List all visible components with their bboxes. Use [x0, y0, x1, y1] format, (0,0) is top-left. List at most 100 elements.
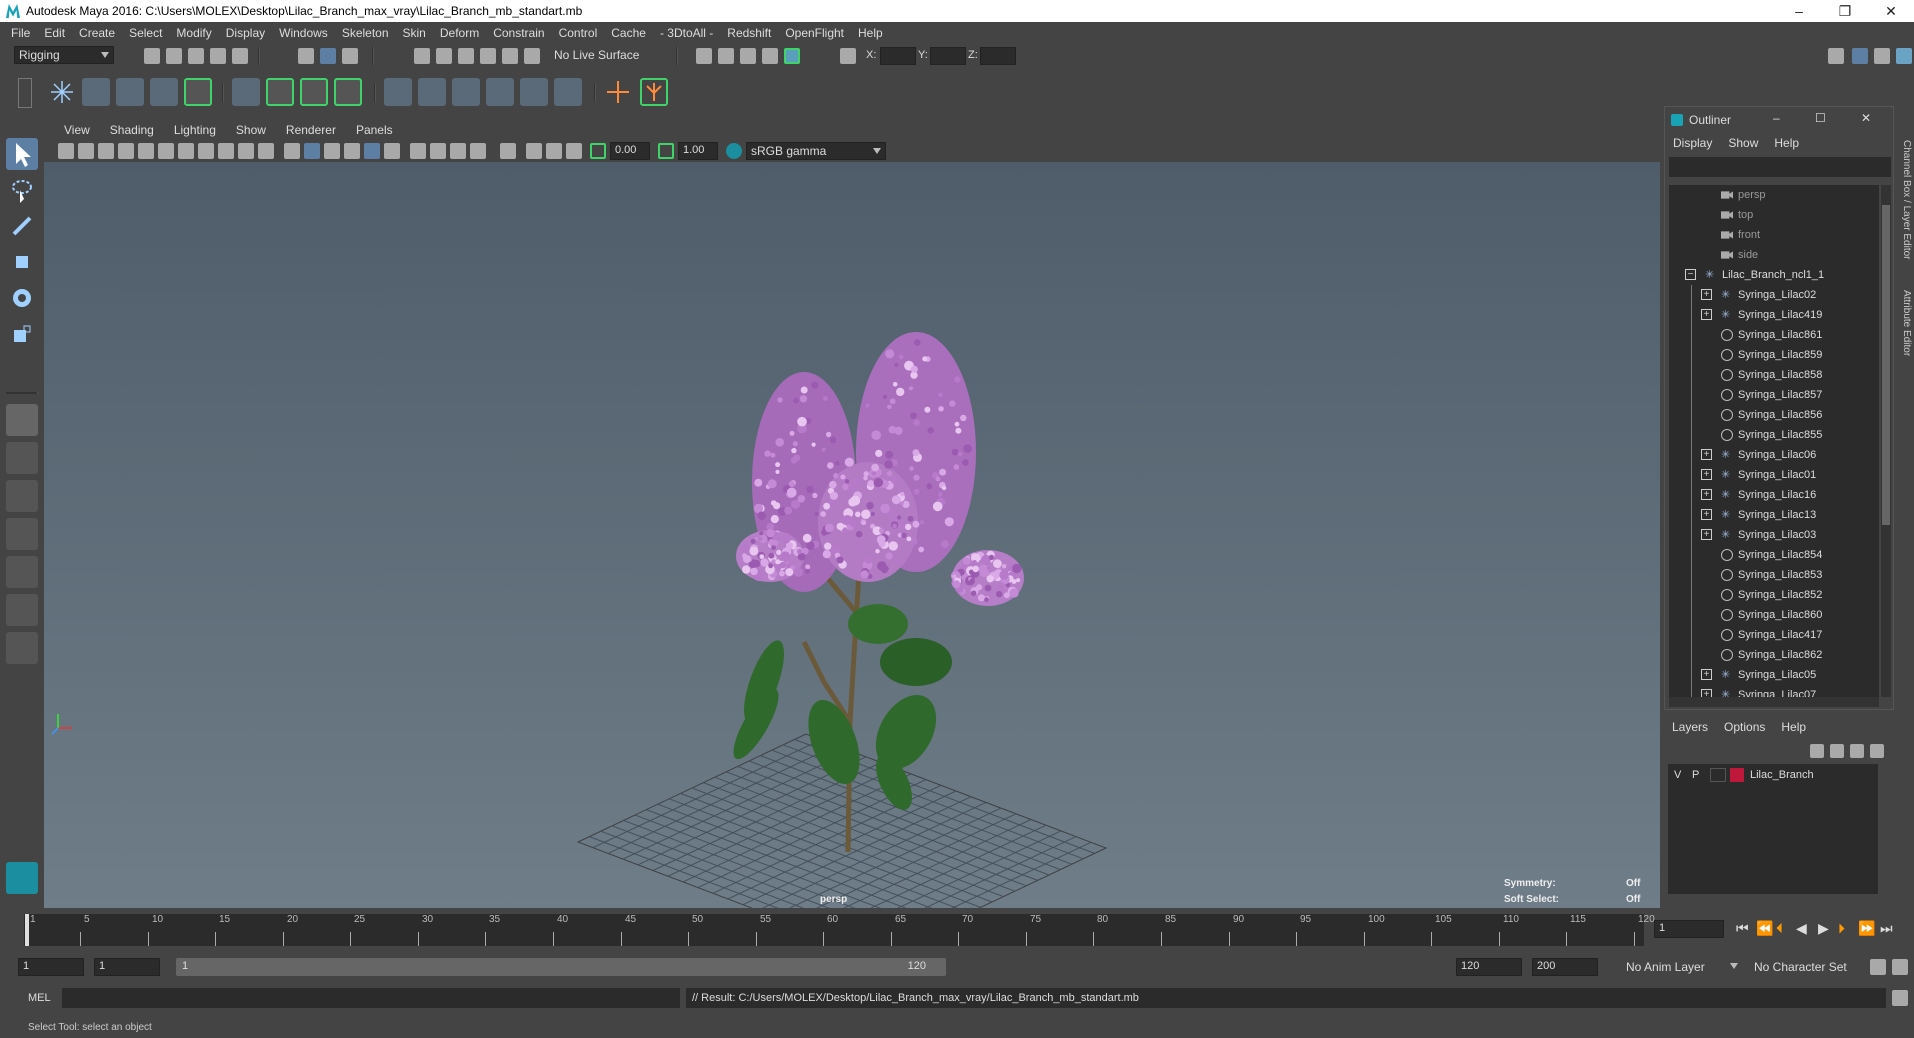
outliner-item[interactable]: top	[1669, 205, 1879, 225]
minimize-icon[interactable]: –	[1773, 111, 1780, 125]
xray-icon[interactable]	[526, 143, 542, 159]
tab-channel-box[interactable]: Channel Box / Layer Editor	[1898, 140, 1912, 260]
viewport-3d[interactable]: persp Symmetry: Off Soft Select: Off	[44, 162, 1660, 908]
outliner-item[interactable]: − ✳ Lilac_Branch_ncl1_1	[1669, 265, 1879, 285]
snap-point-icon[interactable]	[458, 48, 474, 64]
orient-constraint-icon[interactable]	[452, 78, 480, 106]
hypershade-persp-layout-icon[interactable]	[6, 594, 38, 626]
live-surface-field[interactable]: No Live Surface	[550, 46, 660, 64]
rotate-tool-icon[interactable]	[6, 282, 38, 314]
outliner-item[interactable]: + ✳ Syringa_Lilac05	[1669, 665, 1879, 685]
menu-3dtoall[interactable]: - 3DtoAll -	[653, 26, 720, 40]
current-time-marker[interactable]	[25, 914, 29, 946]
lattice-icon[interactable]	[300, 78, 328, 106]
parent-constraint-icon[interactable]	[384, 78, 412, 106]
new-layer-icon[interactable]	[1850, 744, 1864, 758]
range-bar[interactable]: 1 120	[176, 958, 946, 976]
y-field[interactable]	[930, 47, 966, 65]
select-tool-icon[interactable]	[6, 138, 38, 170]
playback-start-field[interactable]: 1	[94, 958, 160, 976]
depth-of-field-icon[interactable]	[470, 143, 486, 159]
shadows-icon[interactable]	[384, 143, 400, 159]
anim-end-field[interactable]: 200	[1532, 958, 1598, 976]
menu-edit[interactable]: Edit	[37, 26, 72, 40]
outliner-item[interactable]: + ✳ Syringa_Lilac02	[1669, 285, 1879, 305]
resolution-gate-icon[interactable]	[178, 143, 194, 159]
color-management-icon[interactable]	[726, 143, 742, 159]
viewport-menu-view[interactable]: View	[54, 123, 100, 137]
screen-space-ao-icon[interactable]	[410, 143, 426, 159]
smooth-shade-icon[interactable]	[304, 143, 320, 159]
bookmark-icon[interactable]	[98, 143, 114, 159]
xray-joints-icon[interactable]	[546, 143, 562, 159]
layer-visibility[interactable]: V	[1674, 769, 1692, 781]
outliner-item[interactable]: side	[1669, 245, 1879, 265]
menu-create[interactable]: Create	[72, 26, 122, 40]
menu-select[interactable]: Select	[122, 26, 169, 40]
menu-windows[interactable]: Windows	[272, 26, 335, 40]
outliner-item[interactable]: + ✳ Syringa_Lilac03	[1669, 525, 1879, 545]
paint-weights-icon[interactable]	[266, 78, 294, 106]
workspace-icon[interactable]	[1828, 48, 1844, 64]
outliner-item[interactable]: Syringa_Lilac417	[1669, 625, 1879, 645]
outliner-item[interactable]: persp	[1669, 185, 1879, 205]
go-to-end-icon[interactable]: ⏭	[1880, 920, 1893, 937]
render-view-icon[interactable]	[784, 48, 800, 64]
open-scene-icon[interactable]	[166, 48, 182, 64]
outliner-item[interactable]: Syringa_Lilac853	[1669, 565, 1879, 585]
ipr-render-icon[interactable]	[718, 48, 734, 64]
outliner-item[interactable]: Syringa_Lilac859	[1669, 345, 1879, 365]
outliner-item[interactable]: Syringa_Lilac862	[1669, 645, 1879, 665]
viewport-menu-panels[interactable]: Panels	[346, 123, 403, 137]
new-scene-icon[interactable]	[144, 48, 160, 64]
outliner-menu-help[interactable]: Help	[1766, 136, 1807, 150]
outliner-filter[interactable]	[1669, 157, 1891, 177]
move-layer-up-icon[interactable]	[1810, 744, 1824, 758]
x-field[interactable]	[880, 47, 916, 65]
wireframe-icon[interactable]	[284, 143, 300, 159]
motion-blur-icon[interactable]	[430, 143, 446, 159]
outliner-item[interactable]: + ✳ Syringa_Lilac419	[1669, 305, 1879, 325]
field-chart-icon[interactable]	[218, 143, 234, 159]
select-object-icon[interactable]	[320, 48, 336, 64]
exposure-field[interactable]: 0.00	[610, 142, 650, 160]
attribute-editor-toggle-icon[interactable]	[1874, 48, 1890, 64]
maya-home-icon[interactable]	[6, 862, 38, 894]
play-forward-icon[interactable]: ▶	[1818, 920, 1829, 937]
redo-icon[interactable]	[232, 48, 248, 64]
menu-display[interactable]: Display	[219, 26, 272, 40]
outliner-hscrollbar[interactable]	[1669, 697, 1879, 707]
auto-key-icon[interactable]	[1870, 959, 1886, 975]
expand-toggle[interactable]: +	[1701, 689, 1712, 697]
outliner-menu-show[interactable]: Show	[1720, 136, 1766, 150]
scale-tool-icon[interactable]	[6, 318, 38, 350]
play-backward-icon[interactable]: ◀	[1796, 920, 1807, 937]
close-icon[interactable]: ✕	[1861, 111, 1871, 125]
current-frame-field[interactable]: 1	[1654, 920, 1724, 938]
select-component-icon[interactable]	[342, 48, 358, 64]
cluster-icon[interactable]	[334, 78, 362, 106]
ik-handle-icon[interactable]	[82, 78, 110, 106]
outliner-item[interactable]: + ✳ Syringa_Lilac13	[1669, 505, 1879, 525]
orient-joint-icon[interactable]	[184, 78, 212, 106]
character-set-dropdown[interactable]: No Character Set	[1750, 958, 1870, 976]
mirror-joint-icon[interactable]	[150, 78, 178, 106]
z-field[interactable]	[980, 47, 1016, 65]
two-pane-layout-icon[interactable]	[6, 480, 38, 512]
preferences-icon[interactable]	[1892, 959, 1908, 975]
move-tool-icon[interactable]	[6, 246, 38, 278]
anti-aliasing-icon[interactable]	[450, 143, 466, 159]
layer-menu-options[interactable]: Options	[1716, 720, 1773, 734]
image-plane-icon[interactable]	[118, 143, 134, 159]
next-key-icon[interactable]: ⏵	[1838, 920, 1845, 937]
menu-constrain[interactable]: Constrain	[486, 26, 551, 40]
snap-surface-icon[interactable]	[502, 48, 518, 64]
graph-persp-layout-icon[interactable]	[6, 556, 38, 588]
menu-modify[interactable]: Modify	[169, 26, 218, 40]
gate-mask-icon[interactable]	[198, 143, 214, 159]
render-frame-icon[interactable]	[696, 48, 712, 64]
pole-vector-icon[interactable]	[554, 78, 582, 106]
menu-file[interactable]: File	[4, 26, 37, 40]
aim-constraint-icon[interactable]	[520, 78, 548, 106]
playback-end-field[interactable]: 120	[1456, 958, 1522, 976]
